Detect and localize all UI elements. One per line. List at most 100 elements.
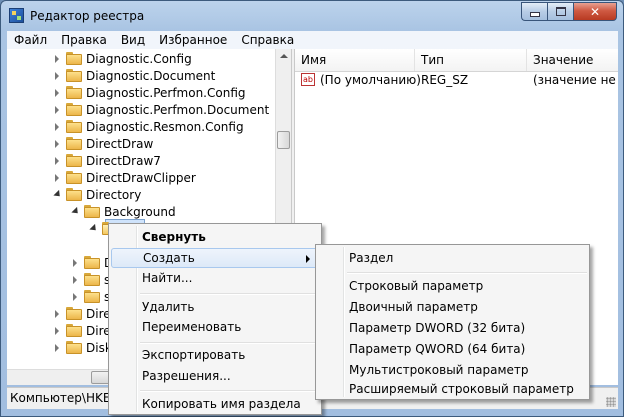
- folder-icon: [66, 324, 82, 337]
- collapse-arrow-icon[interactable]: [53, 190, 62, 199]
- tree-item[interactable]: DirectDraw7: [53, 152, 161, 169]
- menu-separator: [347, 272, 587, 274]
- column-header-name[interactable]: Имя: [295, 49, 415, 71]
- scroll-thumb[interactable]: [277, 131, 290, 149]
- collapse-arrow-icon[interactable]: [71, 207, 80, 216]
- expand-arrow-icon[interactable]: [53, 326, 62, 335]
- folder-icon: [84, 205, 100, 218]
- submenu-multistring-value[interactable]: Мультистроковый параметр: [318, 360, 587, 380]
- minimize-icon: [529, 12, 540, 17]
- create-submenu: Раздел Строковый параметр Двоичный парам…: [315, 244, 590, 400]
- submenu-qword-value[interactable]: Параметр QWORD (64 бита): [318, 339, 587, 359]
- tree-item[interactable]: Diskl: [53, 339, 115, 356]
- tree-item[interactable]: DirectDrawClipper: [53, 169, 196, 186]
- context-delete[interactable]: Удалить: [111, 297, 319, 317]
- tree-item-label: DirectDraw7: [86, 153, 161, 168]
- folder-icon: [66, 171, 82, 184]
- context-create[interactable]: Создать: [111, 248, 319, 268]
- expand-arrow-icon[interactable]: [53, 173, 62, 182]
- menu-favorites[interactable]: Избранное: [152, 33, 234, 47]
- submenu-dword-value[interactable]: Параметр DWORD (32 бита): [318, 318, 587, 338]
- tree-item[interactable]: Directory: [53, 186, 141, 203]
- maximize-icon: [555, 7, 566, 16]
- expand-arrow-icon[interactable]: [53, 139, 62, 148]
- tree-item-label: Background: [104, 204, 176, 219]
- maximize-button[interactable]: [547, 2, 573, 21]
- folder-icon: [66, 154, 82, 167]
- menu-edit[interactable]: Правка: [54, 33, 114, 47]
- menu-separator: [140, 390, 318, 392]
- column-header-value[interactable]: Значение: [527, 49, 618, 71]
- expand-arrow-icon[interactable]: [53, 88, 62, 97]
- collapse-arrow-icon[interactable]: [89, 224, 98, 233]
- folder-icon: [66, 103, 82, 116]
- folder-icon: [66, 307, 82, 320]
- tree-item-label: Diagnostic.Perfmon.Document: [86, 102, 270, 117]
- menu-help[interactable]: Справка: [234, 33, 301, 47]
- tree-item[interactable]: D: [53, 254, 113, 271]
- menu-file[interactable]: Файл: [7, 33, 54, 47]
- folder-icon: [66, 341, 82, 354]
- tree-item[interactable]: s: [71, 288, 110, 305]
- folder-icon: [66, 120, 82, 133]
- menu-separator: [140, 293, 318, 295]
- window-title: Редактор реестра: [30, 9, 145, 23]
- expand-arrow-icon[interactable]: [53, 309, 62, 318]
- tree-item[interactable]: Diagnostic.Document: [53, 67, 215, 84]
- table-row[interactable]: ab (По умолчанию) REG_SZ (значение не пр…: [295, 71, 618, 89]
- expand-arrow-icon[interactable]: [53, 122, 62, 131]
- expand-arrow-icon[interactable]: [71, 275, 80, 284]
- menu-separator: [140, 342, 318, 344]
- minimize-button[interactable]: [521, 2, 547, 21]
- context-permissions[interactable]: Разрешения...: [111, 366, 319, 386]
- folder-icon: [66, 52, 82, 65]
- tree-item-label: Diagnostic.Resmon.Config: [86, 119, 244, 134]
- expand-arrow-icon[interactable]: [53, 156, 62, 165]
- folder-icon: [66, 137, 82, 150]
- column-header-type[interactable]: Тип: [415, 49, 527, 71]
- expand-arrow-icon[interactable]: [71, 258, 80, 267]
- tree-item-label: Directory: [86, 187, 142, 202]
- string-value-icon: ab: [301, 73, 315, 86]
- submenu-string-value[interactable]: Строковый параметр: [318, 276, 587, 296]
- context-collapse[interactable]: Свернуть: [111, 227, 319, 247]
- context-create-label: Создать: [143, 251, 195, 265]
- tree-item[interactable]: s: [71, 271, 110, 288]
- scroll-up-arrow-icon[interactable]: [276, 49, 291, 64]
- tree-item-label: DirectDrawClipper: [86, 170, 196, 185]
- context-export[interactable]: Экспортировать: [111, 345, 319, 365]
- context-copy-key-name[interactable]: Копировать имя раздела: [111, 394, 319, 414]
- list-header: Имя Тип Значение: [295, 49, 618, 72]
- submenu-arrow-icon: [306, 255, 310, 263]
- context-rename[interactable]: Переименовать: [111, 317, 319, 337]
- folder-icon: [84, 256, 100, 269]
- expand-arrow-icon[interactable]: [53, 54, 62, 63]
- folder-icon: [66, 86, 82, 99]
- tree-item[interactable]: Diagnostic.Perfmon.Config: [53, 84, 246, 101]
- expand-arrow-icon[interactable]: [71, 292, 80, 301]
- close-button[interactable]: ✕: [573, 2, 617, 21]
- folder-icon: [66, 69, 82, 82]
- tree-item[interactable]: Diagnostic.Perfmon.Document: [53, 101, 269, 118]
- value-type: REG_SZ: [421, 73, 469, 87]
- tree-item[interactable]: Background: [71, 203, 176, 220]
- expand-arrow-icon[interactable]: [53, 105, 62, 114]
- submenu-key[interactable]: Раздел: [318, 248, 587, 268]
- tree-item[interactable]: Diagnostic.Config: [53, 50, 192, 67]
- tree-item[interactable]: DirectDraw: [53, 135, 153, 152]
- context-find[interactable]: Найти...: [111, 268, 319, 288]
- submenu-binary-value[interactable]: Двоичный параметр: [318, 297, 587, 317]
- tree-item-label: Diagnostic.Document: [86, 68, 216, 83]
- expand-arrow-icon[interactable]: [53, 71, 62, 80]
- caption-buttons: ✕: [521, 2, 617, 22]
- menu-view[interactable]: Вид: [114, 33, 152, 47]
- submenu-expandable-string-value[interactable]: Расширяемый строковый параметр: [318, 379, 587, 399]
- value-data: (значение не при: [533, 73, 618, 87]
- tree-item[interactable]: Diagnostic.Resmon.Config: [53, 118, 244, 135]
- tree-item-label: DirectDraw: [86, 136, 154, 151]
- expand-arrow-icon[interactable]: [53, 343, 62, 352]
- folder-icon: [66, 188, 82, 201]
- resize-grip-icon[interactable]: [606, 397, 616, 407]
- title-bar[interactable]: Редактор реестра ✕: [1, 1, 623, 31]
- folder-icon: [84, 290, 100, 303]
